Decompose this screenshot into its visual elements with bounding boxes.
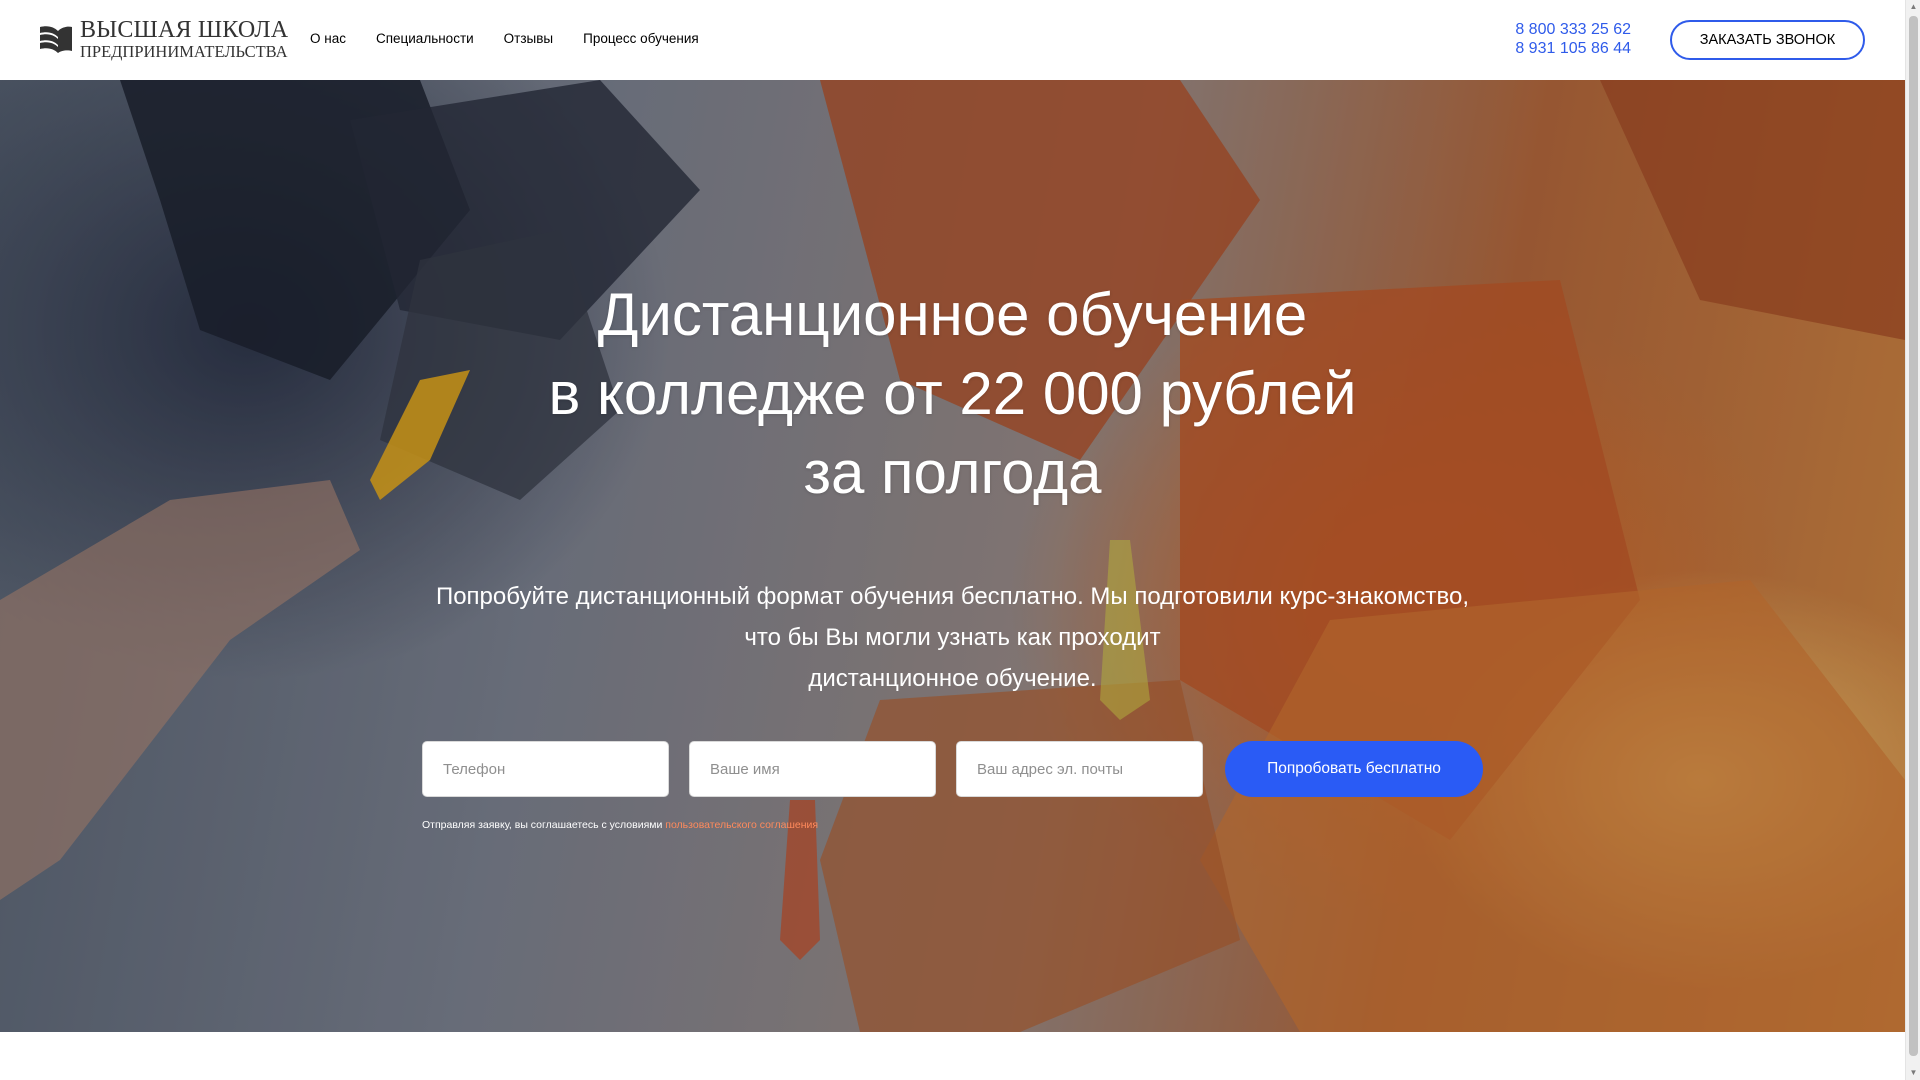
logo-line-1: ВЫСШАЯ ШКОЛА <box>80 17 289 43</box>
hero-title-line-2: в колледже от 22 000 рублей <box>548 360 1357 427</box>
phone-link-1[interactable]: 8 800 333 25 62 <box>1515 20 1631 39</box>
hero-overlay <box>0 80 1905 1032</box>
hero-subtitle-line-3: дистанционное обучение. <box>808 665 1097 692</box>
hero-subtitle-line-1: Попробуйте дистанционный формат обучения… <box>435 583 1470 610</box>
page-scrollbar[interactable]: ▲ ▼ <box>1905 0 1920 1080</box>
logo[interactable]: ВЫСШАЯ ШКОЛА ПРЕДПРИНИМАТЕЛЬСТВА <box>38 18 288 61</box>
hero-subtitle-line-2: что бы Вы могли узнать как проходит <box>744 624 1161 651</box>
consent-note: Отправляя заявку, вы соглашаетесь с усло… <box>422 819 818 831</box>
scroll-up-arrow-icon[interactable]: ▲ <box>1906 0 1920 14</box>
scrollbar-thumb[interactable] <box>1909 16 1918 1056</box>
hero-title-line-3: за полгода <box>803 439 1102 506</box>
hero-title: Дистанционное обучение в колледже от 22 … <box>0 275 1905 512</box>
name-input[interactable] <box>689 741 936 797</box>
try-free-button[interactable]: Попробовать бесплатно <box>1225 741 1483 797</box>
main-nav: О нас Специальности Отзывы Процесс обуче… <box>310 31 699 46</box>
logo-text: ВЫСШАЯ ШКОЛА ПРЕДПРИНИМАТЕЛЬСТВА <box>80 18 288 61</box>
hero-section: Дистанционное обучение в колледже от 22 … <box>0 80 1905 1032</box>
email-input[interactable] <box>956 741 1203 797</box>
phone-link-2[interactable]: 8 931 105 86 44 <box>1515 39 1631 58</box>
phone-numbers: 8 800 333 25 62 8 931 105 86 44 <box>1515 20 1631 58</box>
nav-item-reviews[interactable]: Отзывы <box>504 31 553 46</box>
nav-item-specialties[interactable]: Специальности <box>376 31 474 46</box>
hero-title-line-1: Дистанционное обучение <box>597 281 1308 348</box>
user-agreement-link[interactable]: пользовательского соглашения <box>665 819 818 831</box>
consent-text: Отправляя заявку, вы соглашаетесь с усло… <box>422 819 666 831</box>
scroll-down-arrow-icon[interactable]: ▼ <box>1906 1066 1920 1080</box>
order-call-button[interactable]: ЗАКАЗАТЬ ЗВОНОК <box>1670 20 1865 60</box>
nav-item-learning-process[interactable]: Процесс обучения <box>583 31 699 46</box>
site-header: ВЫСШАЯ ШКОЛА ПРЕДПРИНИМАТЕЛЬСТВА О нас С… <box>0 0 1905 80</box>
book-pages-icon <box>40 26 72 54</box>
logo-line-2: ПРЕДПРИНИМАТЕЛЬСТВА <box>80 42 288 61</box>
phone-input[interactable] <box>422 741 669 797</box>
hero-subtitle: Попробуйте дистанционный формат обучения… <box>0 576 1905 699</box>
nav-item-about[interactable]: О нас <box>310 31 346 46</box>
